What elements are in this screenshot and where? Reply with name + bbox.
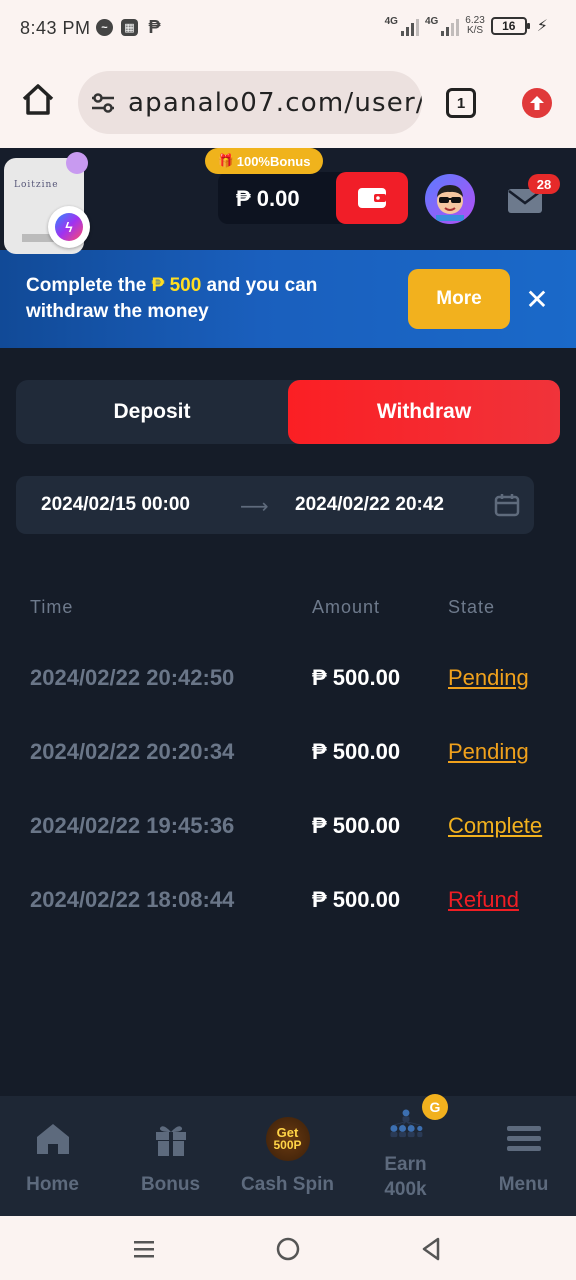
row-state-link[interactable]: Pending [448,739,529,765]
site-settings-icon[interactable] [90,90,116,116]
messenger-chat-button[interactable]: ϟ [48,206,90,248]
nav-earn-label: Earn 400k [384,1152,426,1202]
signal-2-icon: 4G [424,16,460,36]
start-date[interactable]: 2024/02/15 00:00 [41,494,190,516]
row-state-link[interactable]: Refund [448,887,519,913]
header-amount: Amount [312,597,381,617]
balance-amount: ₱ 0.00 [236,186,300,211]
system-home-button[interactable] [275,1236,301,1262]
browser-home-button[interactable] [18,80,58,120]
row-state-link[interactable]: Pending [448,665,529,691]
avatar-face-icon [436,185,464,221]
signal-1-icon: 4G [385,16,419,36]
notification-dot [66,152,88,174]
table-row: 2024/02/22 19:45:36 ₱ 500.00 Complete [0,813,576,853]
banner-text: Complete the ₱ 500 and you can withdraw … [26,273,386,325]
banner-amount: ₱ 500 [151,275,202,296]
nav-cash-spin-label: Cash Spin [241,1174,334,1195]
wallet-icon [358,188,386,208]
gift-icon: 🎁 [217,153,234,168]
more-button[interactable]: More [408,269,510,329]
bonus-tag: 🎁 100%Bonus [205,148,323,174]
tab-withdraw[interactable]: Withdraw [288,380,560,444]
mail-badge: 28 [528,174,560,194]
row-state-link[interactable]: Complete [448,813,542,839]
row-time: 2024/02/22 18:08:44 [30,887,235,912]
nav-bonus[interactable]: Bonus [113,1096,228,1216]
arrow-up-icon [530,96,544,110]
header-state: State [448,597,496,617]
row-amount: ₱ 500.00 [312,739,401,764]
network-speed: 6.23 K/S [465,16,484,36]
bonus-tag-label: 100%Bonus [236,153,311,169]
back-triangle-icon [422,1237,440,1261]
user-avatar[interactable] [425,174,475,224]
logo-text: Loitzine [14,180,59,190]
earn-badge: G [422,1094,448,1120]
browser-toolbar: apanalo07.com/user/tr 1 [0,58,576,148]
circle-home-icon [276,1237,300,1261]
row-amount: ₱ 500.00 [312,887,401,912]
header-time: Time [30,597,74,617]
arrow-right-icon: ⟶ [240,496,269,518]
table-row: 2024/02/22 20:20:34 ₱ 500.00 Pending [0,739,576,779]
messenger-icon: ~ [96,19,113,36]
status-indicators: 4G 4G 6.23 K/S 16 ⚡ [385,16,548,36]
row-time: 2024/02/22 19:45:36 [30,813,235,838]
tab-count: 1 [456,94,466,112]
bottom-navigation: Home Bonus Get 500P Cash Spin Earn 400k … [0,1096,576,1216]
row-amount: ₱ 500.00 [312,665,401,690]
banner-text-part1: Complete the [26,275,152,296]
peso-app-icon: ₱ [148,17,161,37]
nav-bonus-label: Bonus [140,1174,201,1195]
system-back-button[interactable] [418,1236,444,1262]
network-speed-unit: K/S [466,25,484,36]
home-icon [34,1120,72,1158]
nav-menu[interactable]: Menu [466,1096,576,1216]
referral-network-icon [387,1106,425,1144]
table-row: 2024/02/22 18:08:44 ₱ 500.00 Refund [0,887,576,927]
nav-home[interactable]: Home [0,1096,110,1216]
system-navigation-bar [0,1216,576,1280]
recent-apps-icon [134,1241,154,1258]
date-range-picker[interactable]: 2024/02/15 00:00 ⟶ 2024/02/22 20:42 [16,476,534,534]
row-time: 2024/02/22 20:20:34 [30,739,235,764]
gift-icon [152,1120,190,1158]
status-time: 8:43 PM [20,18,91,38]
photos-icon: ▦ [121,19,138,36]
charging-icon: ⚡ [536,18,548,35]
transaction-tabs: Deposit Withdraw [16,380,560,444]
status-app-icons: ~ ▦ ₱ [96,17,163,37]
tab-switcher-button[interactable]: 1 [446,88,476,118]
cash-spin-badge-bottom: 500P [273,1138,302,1152]
nav-home-label: Home [26,1174,79,1195]
end-date[interactable]: 2024/02/22 20:42 [295,494,444,516]
status-bar: 8:43 PM ~ ▦ ₱ 4G 4G 6.23 K/S 16 ⚡ [0,0,576,58]
nav-menu-label: Menu [498,1174,549,1195]
recent-apps-button[interactable] [131,1236,157,1262]
signal-1-label: 4G [384,16,398,27]
nav-earn-label-line2: 400k [384,1179,427,1200]
close-icon[interactable]: ✕ [524,284,550,315]
battery-icon: 16 [490,17,530,35]
wallet-button[interactable] [336,172,408,224]
table-row: 2024/02/22 20:42:50 ₱ 500.00 Pending [0,665,576,705]
url-text[interactable]: apanalo07.com/user/tr [128,88,422,118]
messenger-icon: ϟ [55,213,83,241]
hamburger-menu-icon [505,1120,543,1158]
nav-cash-spin[interactable]: Get 500P Cash Spin [230,1096,345,1216]
cash-spin-icon: Get 500P [265,1117,310,1161]
address-bar[interactable]: apanalo07.com/user/tr [78,71,422,134]
row-time: 2024/02/22 20:42:50 [30,665,235,690]
battery-level: 16 [502,19,516,33]
tab-deposit[interactable]: Deposit [16,380,288,444]
home-icon [22,84,54,115]
withdraw-requirement-banner: Complete the ₱ 500 and you can withdraw … [0,250,576,348]
nav-earn-label-line1: Earn [384,1154,427,1175]
signal-2-label: 4G [424,16,439,27]
calendar-icon[interactable] [494,493,520,517]
row-amount: ₱ 500.00 [312,813,401,838]
update-button[interactable] [522,88,552,118]
